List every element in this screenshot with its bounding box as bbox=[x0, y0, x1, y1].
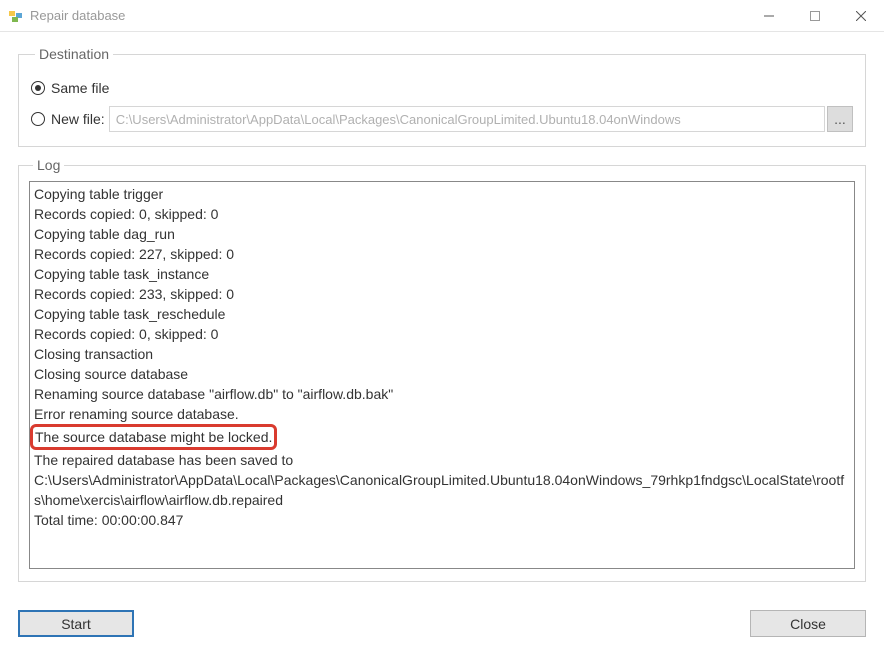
close-window-button[interactable] bbox=[838, 0, 884, 32]
minimize-button[interactable] bbox=[746, 0, 792, 32]
log-line: Copying table task_instance bbox=[34, 264, 850, 284]
app-icon bbox=[8, 8, 24, 24]
new-file-input[interactable] bbox=[109, 106, 825, 132]
log-line: Total time: 00:00:00.847 bbox=[34, 510, 850, 530]
close-button[interactable]: Close bbox=[750, 610, 866, 637]
log-output[interactable]: Copying table trigger Records copied: 0,… bbox=[29, 181, 855, 569]
browse-button[interactable]: ... bbox=[827, 106, 853, 132]
log-line: Copying table trigger bbox=[34, 184, 850, 204]
log-legend: Log bbox=[33, 157, 64, 173]
log-line: Closing transaction bbox=[34, 344, 850, 364]
destination-group: Destination Same file New file: ... bbox=[18, 46, 866, 147]
log-line: Records copied: 233, skipped: 0 bbox=[34, 284, 850, 304]
same-file-label: Same file bbox=[51, 80, 109, 96]
log-highlight: The source database might be locked. bbox=[30, 424, 277, 450]
new-file-label: New file: bbox=[51, 111, 105, 127]
start-button[interactable]: Start bbox=[18, 610, 134, 637]
same-file-radio[interactable] bbox=[31, 81, 45, 95]
maximize-button[interactable] bbox=[792, 0, 838, 32]
window-title: Repair database bbox=[30, 8, 746, 23]
log-line: Closing source database bbox=[34, 364, 850, 384]
log-line: The repaired database has been saved to … bbox=[34, 450, 850, 510]
same-file-option[interactable]: Same file bbox=[31, 80, 853, 96]
log-line: Records copied: 0, skipped: 0 bbox=[34, 324, 850, 344]
log-line: Copying table task_reschedule bbox=[34, 304, 850, 324]
log-line: Error renaming source database. bbox=[34, 404, 850, 424]
dialog-buttons: Start Close bbox=[0, 604, 884, 637]
log-group: Log Copying table trigger Records copied… bbox=[18, 157, 866, 582]
log-line: Renaming source database "airflow.db" to… bbox=[34, 384, 850, 404]
log-line: Copying table dag_run bbox=[34, 224, 850, 244]
log-line-highlighted: The source database might be locked. bbox=[35, 429, 272, 445]
log-line: Records copied: 227, skipped: 0 bbox=[34, 244, 850, 264]
log-line: Records copied: 0, skipped: 0 bbox=[34, 204, 850, 224]
new-file-radio[interactable] bbox=[31, 112, 45, 126]
titlebar: Repair database bbox=[0, 0, 884, 32]
destination-legend: Destination bbox=[35, 46, 113, 62]
